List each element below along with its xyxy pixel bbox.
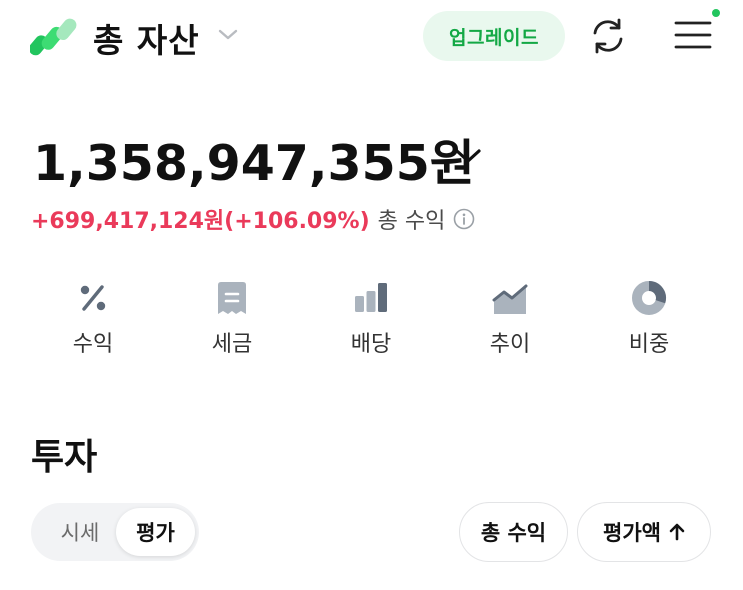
- profit-label: 총 수익: [377, 209, 446, 234]
- chevron-down-icon[interactable]: [217, 27, 239, 43]
- quick-menu-dividend[interactable]: 배당: [311, 280, 431, 370]
- sort-by-evaluation-button[interactable]: 평가액: [577, 502, 711, 562]
- filter-label: 총 수익: [480, 521, 547, 545]
- page-title[interactable]: 총 자산: [93, 14, 200, 62]
- arrow-up-icon: [669, 523, 685, 541]
- receipt-icon: [218, 282, 246, 314]
- info-icon[interactable]: [453, 208, 475, 230]
- notification-dot: [712, 9, 720, 17]
- percent-icon: [80, 285, 106, 311]
- quick-menu-label: 수익: [72, 332, 114, 357]
- donut-chart-icon: [632, 281, 666, 315]
- quick-menu-tax[interactable]: 세금: [172, 280, 292, 370]
- segment-market-price[interactable]: 시세: [41, 503, 119, 561]
- upgrade-button[interactable]: 업그레이드: [423, 11, 565, 61]
- hamburger-menu-icon[interactable]: [672, 14, 714, 56]
- quick-menu-profit[interactable]: 수익: [33, 280, 153, 370]
- quick-menu-label: 비중: [628, 332, 670, 357]
- refresh-icon[interactable]: [588, 16, 628, 56]
- profit-value: +699,417,124원(+106.09%): [31, 209, 370, 234]
- quick-menu-trend[interactable]: 추이: [450, 280, 570, 370]
- bar-chart-icon: [355, 283, 387, 312]
- section-title-investment: 투자: [31, 437, 98, 478]
- quick-menu-weight[interactable]: 비중: [589, 280, 709, 370]
- price-mode-segmented-control: 시세 평가: [31, 503, 199, 561]
- profit-summary: +699,417,124원(+106.09%) 총 수익: [31, 203, 475, 235]
- quick-menu-label: 세금: [211, 332, 253, 357]
- segment-evaluation[interactable]: 평가: [116, 508, 195, 556]
- sort-label: 평가액: [603, 521, 661, 545]
- total-asset-amount: 1,358,947,355원: [33, 135, 475, 192]
- area-chart-icon: [492, 284, 528, 314]
- total-profit-filter-button[interactable]: 총 수익: [459, 502, 568, 562]
- app-header: 총 자산 업그레이드: [0, 0, 743, 76]
- app-logo-icon: [30, 18, 77, 56]
- chevron-down-icon[interactable]: [453, 146, 483, 166]
- quick-menu-label: 배당: [350, 332, 392, 357]
- quick-menu-label: 추이: [489, 332, 531, 357]
